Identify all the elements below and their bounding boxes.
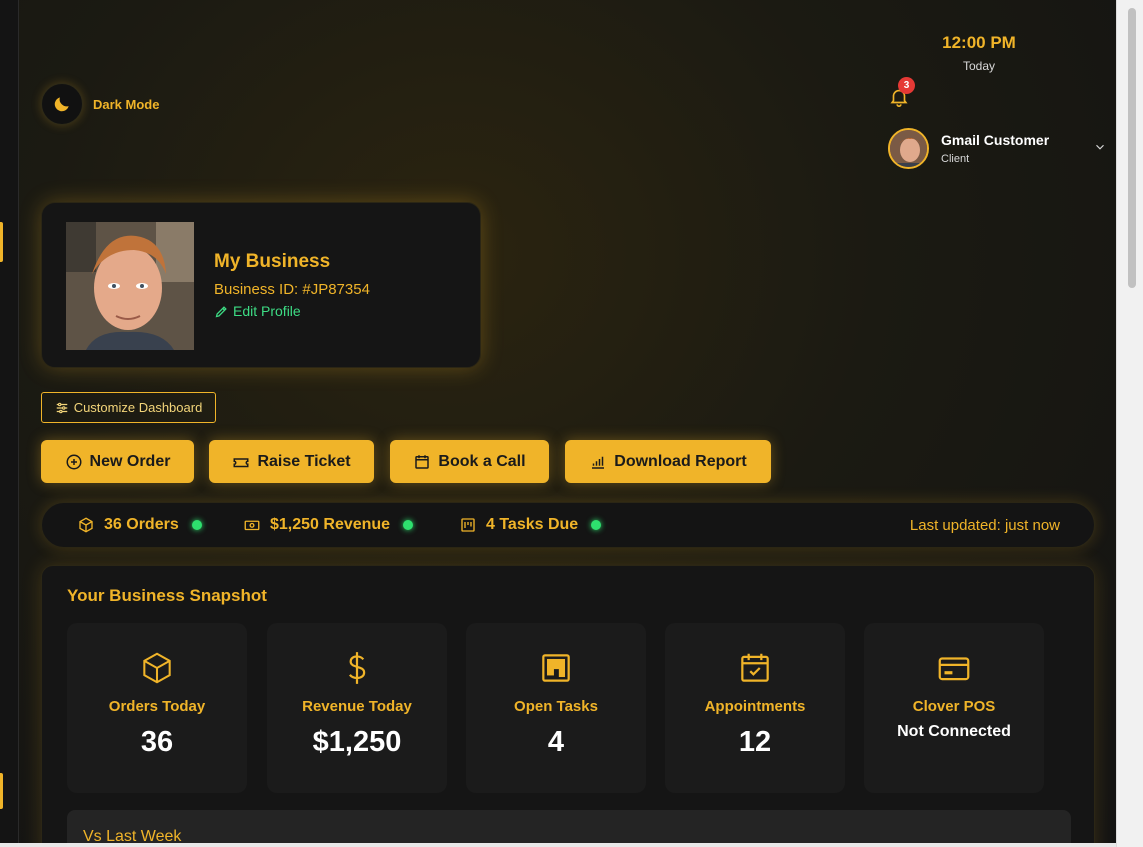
download-report-button[interactable]: Download Report — [565, 440, 771, 483]
kanban-icon — [542, 654, 570, 682]
box-icon — [143, 652, 171, 684]
status-dot — [403, 520, 414, 530]
status-dot — [591, 520, 602, 530]
snapshot-card-status: Not Connected — [897, 723, 1011, 740]
book-call-button[interactable]: Book a Call — [390, 440, 549, 483]
snapshot-card-revenue[interactable]: Revenue Today $1,250 — [267, 623, 447, 793]
scrollbar-thumb[interactable] — [1128, 8, 1136, 288]
profile-card: My Business Business ID: #JP87354 Edit P… — [41, 202, 481, 368]
snapshot-card-tasks[interactable]: Open Tasks 4 — [466, 623, 646, 793]
dark-mode-toggle[interactable]: Dark Mode — [41, 83, 159, 125]
notification-badge: 3 — [898, 77, 915, 94]
sidebar-strip — [0, 0, 19, 847]
business-id: Business ID: #JP87354 — [214, 281, 370, 298]
status-revenue: $1,250 Revenue — [243, 516, 414, 534]
window-edge — [0, 843, 1116, 847]
scrollbar[interactable] — [1116, 0, 1143, 847]
status-orders-label: 36 Orders — [104, 516, 179, 533]
last-updated: Last updated: just now — [909, 517, 1060, 534]
clock-time: 12:00 PM — [942, 33, 1016, 52]
dark-mode-label: Dark Mode — [93, 96, 160, 112]
snapshot-title: Your Business Snapshot — [67, 586, 267, 605]
raise-ticket-label: Raise Ticket — [257, 452, 351, 470]
snapshot-card-label: Open Tasks — [514, 698, 598, 715]
cash-icon — [244, 520, 260, 531]
raise-ticket-button[interactable]: Raise Ticket — [209, 440, 374, 483]
dollar-icon — [348, 652, 366, 684]
status-bar: 36 Orders $1,250 Revenue 4 Tasks Due Las… — [41, 502, 1095, 548]
snapshot-card-orders[interactable]: Orders Today 36 — [67, 623, 247, 793]
calendar-check-icon — [741, 653, 769, 682]
snapshot-card-label: Appointments — [704, 698, 806, 715]
sidebar-marker[interactable] — [0, 773, 3, 809]
book-call-label: Book a Call — [438, 452, 526, 470]
edit-profile-link[interactable]: Edit Profile — [214, 303, 370, 319]
user-name: Gmail Customer — [941, 132, 1050, 148]
edit-profile-label: Edit Profile — [233, 303, 301, 319]
snapshot-card-label: Orders Today — [108, 698, 206, 715]
snapshot-card-appointments[interactable]: Appointments 12 — [665, 623, 845, 793]
status-tasks-label: 4 Tasks Due — [486, 516, 579, 533]
snapshot-card-value: 12 — [738, 726, 772, 758]
main-content: Dark Mode 12:00 PM Today 3 Gmail Custome… — [19, 0, 1116, 847]
plus-circle-icon — [66, 454, 82, 469]
status-orders: 36 Orders — [77, 516, 202, 534]
user-menu[interactable]: Gmail Customer Client — [888, 128, 1108, 169]
ticket-icon — [233, 457, 249, 467]
pencil-icon — [215, 305, 227, 317]
download-report-label: Download Report — [614, 452, 747, 470]
calendar-icon — [415, 454, 430, 469]
comparison-panel: Vs Last Week — [67, 810, 1071, 847]
status-dot — [191, 520, 202, 530]
dark-mode-button[interactable] — [41, 83, 83, 125]
snapshot-card-clover-pos[interactable]: Clover POS Not Connected — [864, 623, 1044, 793]
snapshot-card-value: 4 — [547, 726, 565, 758]
customize-dashboard-label: Customize Dashboard — [73, 400, 203, 415]
snapshot-card-label: Revenue Today — [302, 698, 412, 715]
new-order-button[interactable]: New Order — [41, 440, 194, 483]
business-snapshot: Your Business Snapshot Orders Today 36 R… — [41, 565, 1095, 847]
bar-chart-icon — [592, 456, 605, 469]
box-icon — [79, 517, 93, 533]
snapshot-card-value: $1,250 — [312, 726, 402, 758]
clock: 12:00 PM Today — [924, 33, 1034, 73]
chevron-down-icon[interactable] — [1093, 140, 1107, 154]
sidebar-active-marker[interactable] — [0, 222, 3, 262]
credit-card-icon — [938, 657, 970, 681]
status-tasks: 4 Tasks Due — [459, 516, 602, 534]
user-role: Client — [941, 153, 970, 165]
customize-dashboard-button[interactable]: Customize Dashboard — [41, 392, 216, 423]
snapshot-card-label: Clover POS — [912, 698, 996, 715]
snapshot-card-value: 36 — [140, 726, 174, 758]
business-name: My Business — [214, 251, 331, 272]
kanban-icon — [461, 518, 475, 532]
sliders-icon — [56, 402, 67, 413]
new-order-label: New Order — [89, 452, 171, 470]
status-revenue-label: $1,250 Revenue — [270, 516, 391, 533]
avatar[interactable] — [888, 128, 929, 169]
clock-day: Today — [962, 59, 996, 73]
moon-icon — [54, 97, 69, 112]
profile-photo — [66, 222, 194, 350]
